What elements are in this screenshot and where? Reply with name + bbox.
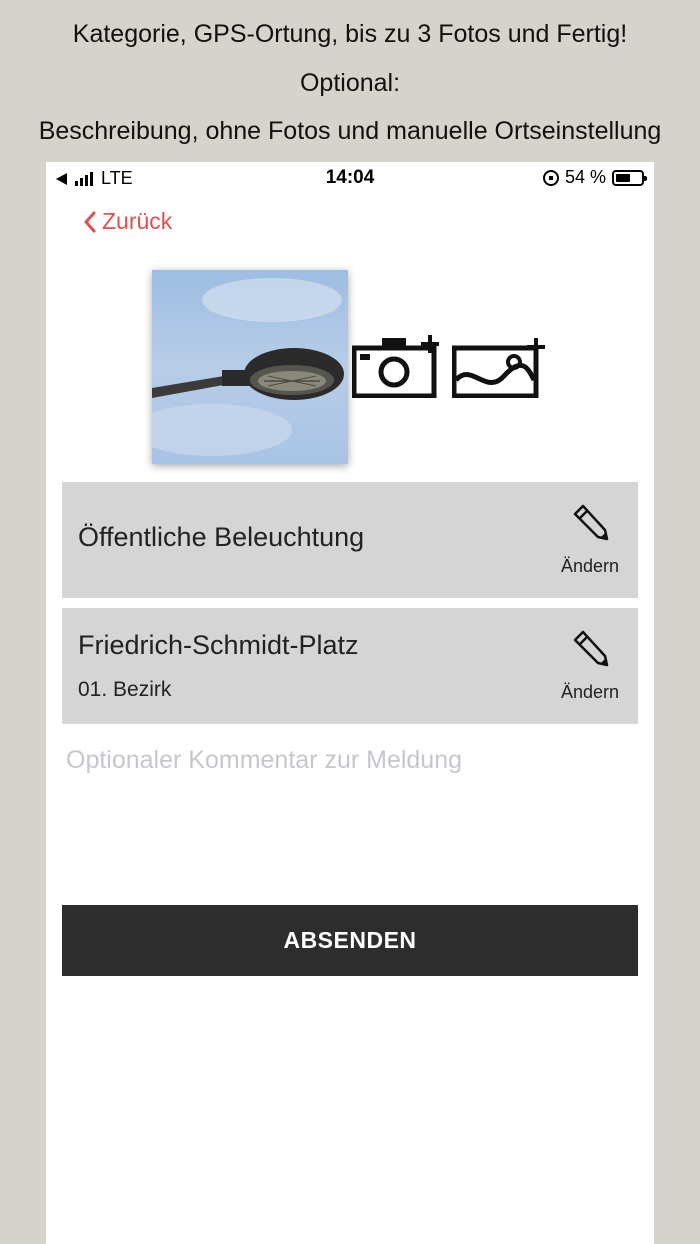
camera-plus-icon	[351, 335, 439, 399]
rotation-lock-icon	[542, 169, 559, 186]
image-plus-icon	[451, 338, 545, 399]
back-label: Zurück	[102, 208, 173, 234]
chevron-left-icon	[84, 211, 96, 232]
status-right: 54 %	[542, 167, 647, 188]
caption-line-3: Beschreibung, ohne Fotos und manuelle Or…	[38, 117, 662, 145]
submit-button[interactable]: ABSENDEN	[62, 905, 638, 976]
edit-location-label: Ändern	[560, 682, 620, 702]
photo-thumbnail[interactable]	[152, 270, 348, 464]
location-district: 01. Bezirk	[78, 678, 172, 701]
pencil-icon	[573, 504, 609, 541]
pencil-icon	[573, 630, 609, 667]
location-street: Friedrich-Schmidt-Platz	[78, 630, 359, 660]
back-button[interactable]: Zurück	[82, 208, 172, 235]
phone-screen: LTE 14:04 54 % Zurück Öffentliche Beleuc…	[46, 162, 654, 1244]
status-bar: LTE 14:04 54 %	[46, 162, 654, 196]
location-card[interactable]: Friedrich-Schmidt-Platz 01. Bezirk Änder…	[62, 608, 638, 724]
category-card[interactable]: Öffentliche Beleuchtung Ändern	[62, 482, 638, 598]
edit-category-button[interactable]: Ändern	[558, 502, 622, 582]
category-title: Öffentliche Beleuchtung	[78, 522, 365, 552]
caption-line-2: Optional:	[299, 69, 401, 97]
edit-location-button[interactable]: Ändern	[558, 628, 622, 708]
add-camera-photo-button[interactable]	[351, 334, 442, 399]
edit-category-label: Ändern	[560, 556, 620, 576]
street-lamp-photo	[152, 270, 348, 464]
comment-input[interactable]	[62, 742, 638, 892]
add-gallery-photo-button[interactable]	[451, 338, 546, 399]
battery-percent: 54 %	[564, 167, 606, 187]
battery-icon	[612, 169, 647, 186]
caption-line-1: Kategorie, GPS-Ortung, bis zu 3 Fotos un…	[72, 20, 628, 48]
